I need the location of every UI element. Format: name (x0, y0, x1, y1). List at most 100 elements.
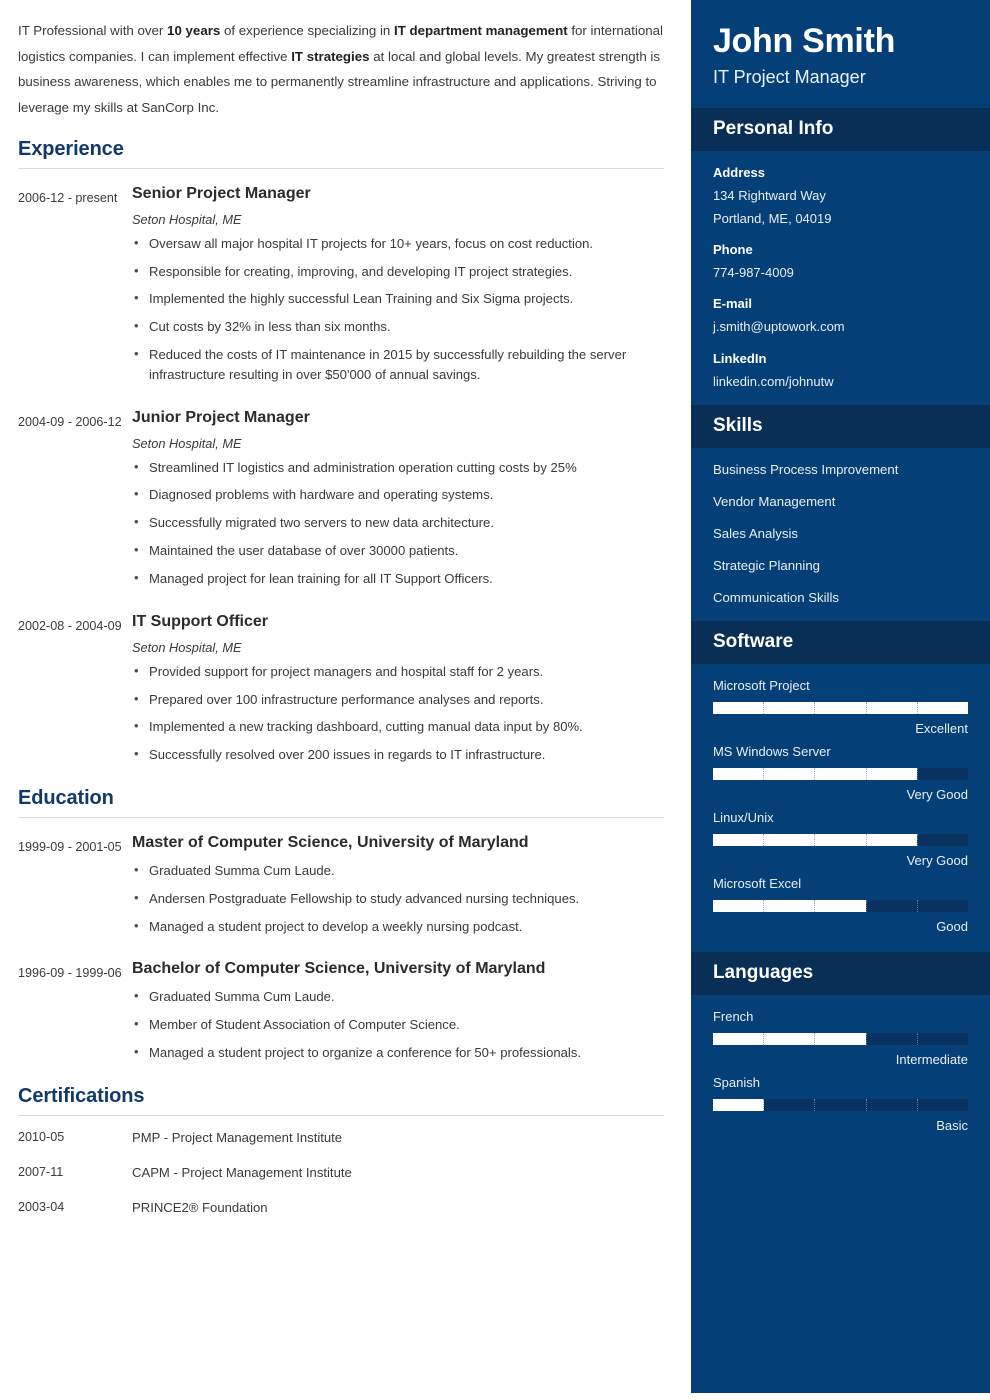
entry-body: Master of Computer Science, University o… (130, 832, 664, 936)
entry-body: IT Support Officer Seton Hospital, ME Prov… (130, 611, 664, 765)
rate-level: Very Good (906, 852, 968, 868)
bullet-list: Provided support for project managers an… (132, 661, 664, 766)
bullet-list: Graduated Summa Cum Laude. Andersen Postg… (132, 860, 664, 937)
bullet-item: Member of Student Association of Compute… (132, 1014, 664, 1035)
personal-info-block: Address 134 Rightward Way Portland, ME, 04… (691, 151, 990, 405)
rate-bar-fill (712, 1098, 764, 1111)
bullet-item: Managed project for lean training for al… (132, 568, 664, 589)
education-entry: 1996-09 - 1999-06 Bachelor of Computer Sc… (18, 958, 664, 1062)
rate-label: French (712, 1008, 754, 1024)
professional-summary: IT Professional with over 10 years of ex… (18, 23, 663, 115)
software-block: Microsoft Project Excellent MS Windows Ser… (691, 664, 990, 952)
software-item: Linux/Unix Very Good (712, 810, 968, 868)
info-value: 134 Rightward Way (712, 188, 826, 203)
rate-bar-fill (712, 767, 917, 780)
rate-bar (712, 767, 968, 780)
rate-bar (712, 833, 968, 846)
bullet-item: Maintained the user database of over 300… (132, 540, 664, 561)
bullet-item: Successfully resolved over 200 issues in… (132, 744, 664, 765)
education-entry: 1999-09 - 2001-05 Master of Computer Scie… (18, 832, 664, 936)
skill-item: Sales Analysis (712, 525, 798, 541)
experience-entry: 2006-12 - present Senior Project Manager S… (18, 183, 664, 385)
experience-section-title: Experience (18, 138, 124, 161)
language-item: French Intermediate (712, 1008, 968, 1067)
software-item: Microsoft Excel Good (712, 876, 968, 934)
certifications-section-title: Certifications (18, 1084, 145, 1107)
section-divider (18, 1114, 664, 1116)
rate-level: Intermediate (895, 1051, 968, 1067)
info-group: Phone 774-987-4009 (713, 242, 968, 283)
bullet-item: Provided support for project managers an… (132, 661, 664, 682)
info-value: 774-987-4009 (712, 265, 794, 281)
experience-entry: 2002-08 - 2004-09 IT Support Officer Seton… (18, 611, 664, 765)
rate-bar (712, 1032, 968, 1045)
info-group: Address 134 Rightward Way Portland, ME, 04… (713, 165, 968, 229)
bullet-item: Diagnosed problems with hardware and ope… (132, 484, 664, 505)
info-label: LinkedIn (712, 350, 767, 366)
certification-row: 2010-05 PMP - Project Management Institut… (18, 1130, 664, 1145)
certification-date: 2003-04 (18, 1199, 65, 1214)
bullet-item: Responsible for creating, improving, and… (132, 261, 664, 282)
software-item: Microsoft Project Excellent (712, 678, 968, 736)
personal-info-heading: Personal Info (690, 108, 990, 151)
entry-date: 2006-12 - present (18, 191, 118, 206)
section-divider (18, 168, 664, 170)
certification-row: 2007-11 CAPM - Project Management Institu… (18, 1165, 664, 1180)
rate-label: Spanish (712, 1074, 760, 1090)
section-divider (18, 817, 664, 819)
entry-subtitle: Seton Hospital, ME (132, 211, 242, 227)
bullet-list: Oversaw all major hospital IT projects f… (132, 233, 664, 385)
bullet-item: Successfully migrated two servers to new… (132, 512, 664, 533)
software-heading: Software (690, 620, 990, 664)
candidate-role: IT Project Manager (712, 67, 866, 87)
bullet-item: Cut costs by 32% in less than six months… (132, 316, 664, 337)
languages-heading: Languages (690, 951, 990, 995)
entry-title: Junior Project Manager (132, 409, 310, 426)
rate-bar-fill (712, 899, 866, 912)
certification-name: CAPM - Project Management Institute (132, 1164, 352, 1180)
bullet-item: Oversaw all major hospital IT projects f… (132, 233, 664, 254)
bullet-item: Graduated Summa Cum Laude. (132, 860, 664, 881)
entry-date: 2002-08 - 2004-09 (18, 619, 122, 634)
info-label: Address (712, 165, 765, 180)
info-group: LinkedIn linkedin.com/johnutw (713, 351, 968, 392)
skills-block: Business Process Improvement Vendor Manag… (691, 448, 990, 621)
bullet-item: Graduated Summa Cum Laude. (132, 986, 664, 1007)
entry-date: 1996-09 - 1999-06 (18, 966, 122, 981)
resume-page: IT Professional with over 10 years of ex… (0, 0, 990, 1400)
language-item: Spanish Basic (712, 1074, 968, 1133)
certification-name: PRINCE2® Foundation (132, 1199, 268, 1215)
rate-bar (712, 701, 968, 714)
experience-entries: 2006-12 - present Senior Project Manager S… (18, 183, 664, 765)
certification-name: PMP - Project Management Institute (132, 1129, 343, 1145)
education-section-title: Education (18, 787, 114, 810)
languages-block: French Intermediate Spanish Basic (691, 995, 990, 1151)
info-group: E-mail j.smith@uptowork.com (713, 296, 968, 337)
bullet-list: Streamlined IT logistics and administrat… (132, 457, 664, 589)
certification-date: 2007-11 (18, 1164, 64, 1179)
skill-item: Communication Skills (712, 589, 840, 605)
candidate-name: John Smith (712, 22, 896, 60)
rate-level: Excellent (915, 720, 968, 736)
entry-body: Junior Project Manager Seton Hospital, ME… (130, 407, 664, 589)
entry-body: Bachelor of Computer Science, University… (130, 958, 664, 1062)
bullet-item: Implemented a new tracking dashboard, cu… (132, 716, 664, 737)
rate-label: MS Windows Server (712, 743, 831, 759)
bullet-item: Andersen Postgraduate Fellowship to stud… (132, 888, 664, 909)
certification-rows: 2010-05 PMP - Project Management Institut… (18, 1130, 664, 1215)
entry-title: Senior Project Manager (132, 185, 311, 203)
certification-date: 2010-05 (18, 1129, 65, 1144)
bullet-item: Reduced the costs of IT maintenance in 2… (132, 344, 664, 385)
bullet-item: Streamlined IT logistics and administrat… (132, 457, 664, 478)
entry-title: IT Support Officer (132, 613, 268, 631)
entry-subtitle: Seton Hospital, ME (132, 435, 242, 451)
info-value: linkedin.com/johnutw (712, 373, 834, 389)
rate-level: Good (936, 918, 968, 934)
certifications-section: Certifications 2010-05 PMP - Project Mana… (18, 1085, 664, 1215)
rate-level: Basic (936, 1117, 968, 1133)
entry-title: Master of Computer Science, University o… (132, 834, 529, 852)
bullet-item: Managed a student project to develop a w… (132, 916, 664, 937)
bullet-item: Implemented the highly successful Lean T… (132, 288, 664, 309)
skills-heading: Skills (690, 404, 990, 448)
education-section: Education 1999-09 - 2001-05 Master of Com… (18, 787, 664, 1063)
